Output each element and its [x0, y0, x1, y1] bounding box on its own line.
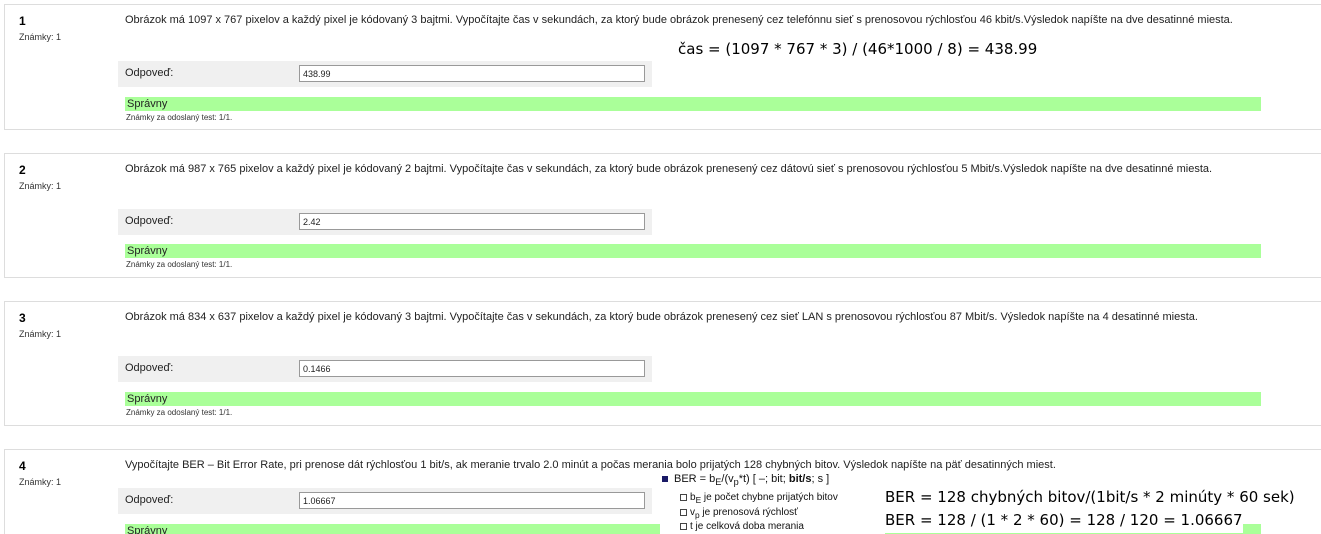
marks-note: Známky za odoslaný test: 1/1.: [126, 408, 233, 417]
answer-row: Odpoveď:: [118, 61, 652, 87]
correct-feedback-bar: Správny: [125, 97, 1261, 111]
ber-hint-line: bE je počet chybne prijatých bitov: [680, 492, 838, 505]
ber-hint-title: BER = bE/(vp*t) [ –; bit; bit/s; s ]: [662, 473, 829, 487]
answer-input[interactable]: [299, 492, 645, 509]
ber-hint-line: vp je prenosová rýchlosť: [680, 507, 798, 520]
question-info: 4 Známky: 1: [19, 459, 119, 487]
answer-label: Odpoveď:: [125, 362, 174, 374]
answer-row: Odpoveď:: [118, 356, 652, 382]
correct-feedback-text: Správny: [127, 245, 168, 257]
marks-note: Známky za odoslaný test: 1/1.: [126, 260, 233, 269]
question-number: 4: [19, 459, 26, 473]
question-number: 1: [19, 14, 26, 28]
q1-formula-annotation: čas = (1097 * 767 * 3) / (46*1000 / 8) =…: [678, 40, 1038, 58]
question-info: 3 Známky: 1: [19, 311, 119, 339]
answer-row: Odpoveď:: [118, 488, 652, 514]
question-text: Obrázok má 834 x 637 pixelov a každý pix…: [125, 311, 1198, 323]
correct-feedback-text: Správny: [127, 98, 168, 110]
question-number: 3: [19, 311, 26, 325]
question-marks: Známky: 1: [19, 32, 62, 42]
correct-feedback-text: Správny: [127, 525, 168, 534]
ber-hint-line: t je celková doba merania: [680, 521, 804, 532]
question-marks: Známky: 1: [19, 181, 62, 191]
ber-annotation-line2: BER = 128 / (1 * 2 * 60) = 128 / 120 = 1…: [885, 511, 1243, 533]
answer-label: Odpoveď:: [125, 215, 174, 227]
question-2: 2 Známky: 1 Obrázok má 987 x 765 pixelov…: [4, 153, 1321, 278]
answer-label: Odpoveď:: [125, 494, 174, 506]
question-text: Vypočítajte BER – Bit Error Rate, pri pr…: [125, 459, 1056, 471]
ber-annotation-line1: BER = 128 chybných bitov/(1bit/s * 2 min…: [885, 488, 1295, 510]
checkbox-icon: [680, 508, 687, 516]
question-info: 1 Známky: 1: [19, 14, 119, 42]
question-marks: Známky: 1: [19, 329, 62, 339]
correct-feedback-bar: Správny: [125, 244, 1261, 258]
ber-hint-box: BER = bE/(vp*t) [ –; bit; bit/s; s ] bE …: [660, 473, 885, 534]
question-1: 1 Známky: 1 Obrázok má 1097 x 767 pixelo…: [4, 4, 1321, 130]
bullet-square-icon: [662, 476, 668, 483]
answer-input[interactable]: [299, 213, 645, 230]
question-text: Obrázok má 1097 x 767 pixelov a každý pi…: [125, 14, 1233, 26]
question-info: 2 Známky: 1: [19, 163, 119, 191]
question-number: 2: [19, 163, 26, 177]
question-marks: Známky: 1: [19, 477, 62, 487]
answer-input[interactable]: [299, 65, 645, 82]
checkbox-icon: [680, 522, 687, 530]
answer-row: Odpoveď:: [118, 209, 652, 235]
marks-note: Známky za odoslaný test: 1/1.: [126, 113, 233, 122]
correct-feedback-text: Správny: [127, 393, 168, 405]
answer-label: Odpoveď:: [125, 67, 174, 79]
answer-input[interactable]: [299, 360, 645, 377]
correct-feedback-bar: Správny: [125, 392, 1261, 406]
checkbox-icon: [680, 493, 687, 501]
question-text: Obrázok má 987 x 765 pixelov a každý pix…: [125, 163, 1213, 175]
question-3: 3 Známky: 1 Obrázok má 834 x 637 pixelov…: [4, 301, 1321, 426]
